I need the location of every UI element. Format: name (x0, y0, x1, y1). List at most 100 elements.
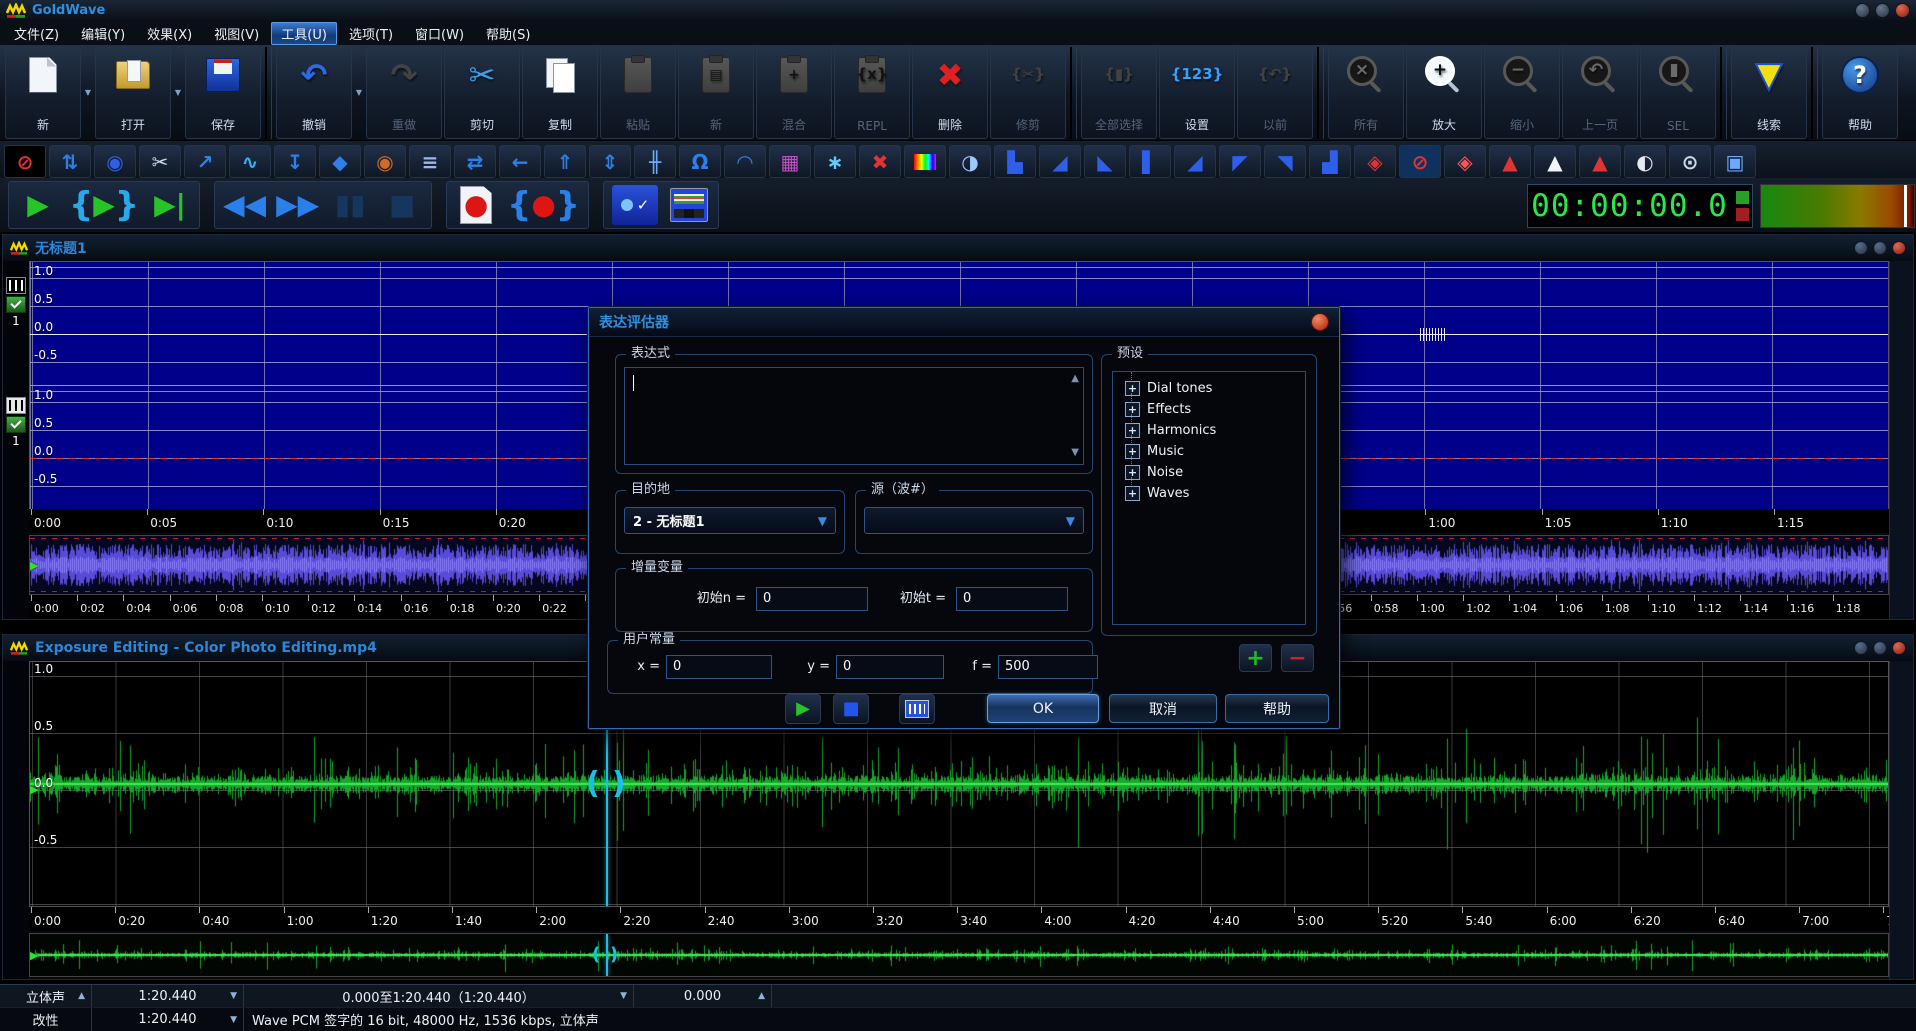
toolbar-copy-button[interactable]: 复制 (522, 47, 598, 139)
expression-input[interactable]: ▲ ▼ (624, 367, 1084, 465)
transport-play-selection-button[interactable]: {▶} (69, 185, 139, 225)
preset-waves[interactable]: +Waves (1117, 483, 1301, 504)
transport-record-selection-button[interactable]: {●} (507, 185, 580, 225)
toolbar-undo-button[interactable]: ↶撤销 (276, 47, 352, 139)
toolbar-set-button[interactable]: {123}设置 (1159, 47, 1235, 139)
right-channel-enabled-checkbox[interactable] (6, 416, 26, 433)
help-button[interactable]: 帮助 (1225, 694, 1329, 723)
left-channel-enabled-checkbox[interactable] (6, 296, 26, 313)
doc2-close-button[interactable] (1892, 641, 1906, 655)
preset-harmonics[interactable]: +Harmonics (1117, 420, 1301, 441)
dialog-stop-button[interactable]: ■ (833, 694, 869, 724)
fx-flanger-button[interactable]: ↧ (274, 145, 316, 178)
status-cell-row2-0[interactable]: 改性 (0, 1008, 92, 1031)
toolbar-undo-dropdown-icon[interactable]: ▼ (353, 48, 365, 138)
toolbar-open-button[interactable]: 打开 (95, 47, 171, 139)
preset-effects[interactable]: +Effects (1117, 399, 1301, 420)
status-cell-row1-4[interactable] (772, 985, 1916, 1007)
preset-music[interactable]: +Music (1117, 441, 1301, 462)
transport-record-button[interactable]: ● (455, 185, 497, 225)
fx-stereo-enhance-button[interactable]: ◠ (724, 145, 766, 178)
menu-item-file[interactable]: 文件(Z) (4, 22, 69, 45)
transport-rewind-button[interactable]: ◀◀ (223, 185, 266, 225)
fx-doppler-button[interactable]: ◉ (94, 145, 136, 178)
toolbar-delete-button[interactable]: ✖删除 (912, 47, 988, 139)
status-cell-row2-2[interactable]: Wave PCM 签字的 16 bit, 48000 Hz, 1536 kbps… (244, 1008, 1916, 1031)
source-combobox[interactable]: ▼ (864, 507, 1084, 534)
doc2-overview-left-bracket-icon[interactable]: ( (592, 944, 600, 965)
doc2-overview[interactable]: ▶ ( ) (29, 933, 1889, 977)
toolbar-new-dropdown-icon[interactable]: ▼ (82, 48, 94, 138)
doc1-overview-play-marker-icon[interactable]: ▶ (30, 560, 38, 571)
toolbar-open-dropdown-icon[interactable]: ▼ (172, 48, 184, 138)
status-cell-row1-1[interactable]: 1:20.440▼ (92, 985, 244, 1007)
f-field[interactable]: 500 (998, 655, 1098, 679)
fx-noise-reduction-button[interactable]: ▦ (769, 145, 811, 178)
doc1-title-bar[interactable]: 无标题1 (3, 235, 1913, 261)
expression-spin-up-icon[interactable]: ▲ (1071, 374, 1079, 384)
ok-button[interactable]: OK (987, 694, 1099, 723)
destination-dropdown-icon[interactable]: ▼ (818, 514, 827, 528)
doc2-minimize-button[interactable] (1854, 641, 1868, 655)
fx-selection-volume-button[interactable]: ▟ (1309, 145, 1351, 178)
presets-tree[interactable]: +Dial tones+Effects+Harmonics+Music+Nois… (1112, 371, 1306, 625)
fx-restore-smooth-button[interactable]: ▲ (1489, 145, 1531, 178)
fx-shape-volume-button[interactable]: Ω (679, 145, 721, 178)
fx-pan-button[interactable]: ◑ (949, 145, 991, 178)
initial-t-field[interactable]: 0 (956, 587, 1068, 611)
fx-change-volume-button[interactable]: ▌ (1129, 145, 1171, 178)
dialog-title-bar[interactable]: 表达评估器 (589, 308, 1339, 337)
expression-spin-down-icon[interactable]: ▼ (1071, 448, 1079, 458)
fx-mute-button[interactable]: ⊘ (4, 145, 46, 178)
fx-mechanize-button[interactable]: ◉ (364, 145, 406, 178)
doc2-marker-left-bracket-icon[interactable]: ( (586, 766, 600, 801)
status-cell-row1-2[interactable]: 0.000至1:20.440（1:20.440）▼ (244, 985, 634, 1007)
toolbar-save-button[interactable]: 保存 (185, 47, 261, 139)
doc1-right-channel-selector[interactable]: 1 (6, 397, 26, 447)
toolbar-zoom-in-button[interactable]: +放大 (1406, 47, 1482, 139)
fx-filter-button[interactable]: ∿ (229, 145, 271, 178)
fx-offset-button[interactable]: ⇄ (454, 145, 496, 178)
status-cell-row2-1[interactable]: 1:20.440▼ (92, 1008, 244, 1031)
fx-dynamics-button[interactable]: ✂ (139, 145, 181, 178)
fx-control-window-button[interactable]: ▣ (1714, 145, 1756, 178)
toolbar-help-button[interactable]: ?帮助 (1822, 47, 1898, 139)
source-dropdown-icon[interactable]: ▼ (1066, 514, 1075, 528)
doc1-right-rail[interactable] (1889, 261, 1913, 619)
doc1-maximize-button[interactable] (1873, 241, 1887, 255)
fx-spectrum-button[interactable]: ▉ (904, 145, 946, 178)
fx-noise-peak-button[interactable]: ▲ (1534, 145, 1576, 178)
preset-noise[interactable]: +Noise (1117, 462, 1301, 483)
menu-item-options[interactable]: 选项(T) (339, 22, 403, 45)
fx-mixer-button[interactable]: ≡ (409, 145, 451, 178)
cancel-button[interactable]: 取消 (1109, 694, 1217, 723)
remove-preset-button[interactable]: − (1281, 644, 1314, 672)
fx-equalizer-button[interactable]: ╫ (634, 145, 676, 178)
menu-item-view[interactable]: 视图(V) (204, 22, 269, 45)
tree-expand-icon[interactable]: + (1125, 486, 1140, 501)
fx-reverse-button[interactable]: ← (499, 145, 541, 178)
transport-monitor-button[interactable]: ✓ (612, 185, 658, 225)
fx-interpolate-button[interactable]: ∗ (814, 145, 856, 178)
doc2-play-marker-icon[interactable]: ▶ (30, 784, 38, 795)
fx-maximize-volume-button[interactable]: ◤ (1219, 145, 1261, 178)
dialog-controls-button[interactable] (899, 694, 935, 724)
fx-silence-button[interactable]: ✖ (859, 145, 901, 178)
fx-playback-marker-button[interactable]: ◈ (1354, 145, 1396, 178)
doc2-overview-marker[interactable] (606, 934, 608, 976)
doc2-right-rail[interactable] (1889, 661, 1913, 979)
add-preset-button[interactable]: + (1239, 644, 1272, 672)
transport-play-button[interactable]: ▶ (17, 185, 59, 225)
status-spin-icon[interactable]: ▲ (758, 991, 765, 1001)
doc2-maximize-button[interactable] (1873, 641, 1887, 655)
maximize-button[interactable] (1875, 3, 1890, 18)
doc1-minimize-button[interactable] (1854, 241, 1868, 255)
fx-resample-button[interactable]: ⇕ (589, 145, 631, 178)
menu-item-tools[interactable]: 工具(U) (271, 22, 337, 45)
fx-match-volume-button[interactable]: ◥ (1264, 145, 1306, 178)
x-field[interactable]: 0 (666, 655, 772, 679)
fx-swap-channels-button[interactable]: ⇅ (49, 145, 91, 178)
menu-item-help[interactable]: 帮助(S) (476, 22, 540, 45)
doc2-overview-right-bracket-icon[interactable]: ) (610, 944, 618, 965)
doc2-overview-play-marker-icon[interactable]: ▶ (30, 950, 38, 961)
